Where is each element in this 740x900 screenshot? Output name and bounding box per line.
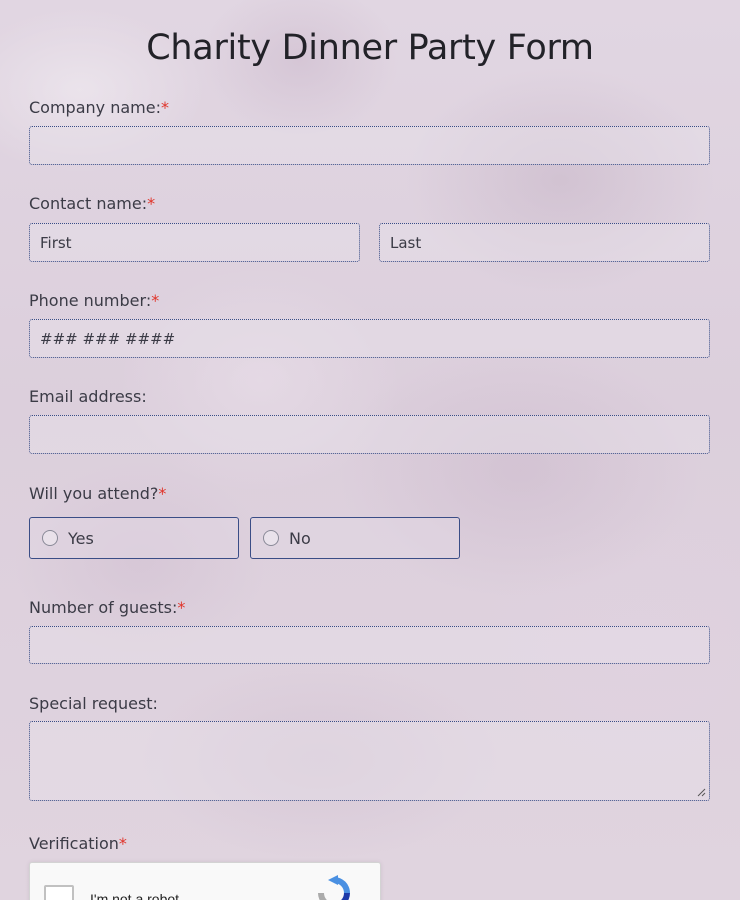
radio-button[interactable] [263, 530, 279, 546]
recaptcha-widget: I'm not a robot [29, 862, 381, 900]
number-of-guests-input[interactable] [29, 626, 710, 664]
radio-button[interactable] [42, 530, 58, 546]
attend-yes-label: Yes [68, 528, 94, 548]
required-asterisk: * [118, 834, 127, 853]
required-asterisk: * [147, 194, 156, 213]
email-address-label: Email address: [29, 387, 147, 406]
recaptcha-icon [318, 875, 350, 900]
first-name-input[interactable] [29, 223, 360, 262]
attend-no-label: No [289, 528, 311, 548]
recaptcha-checkbox[interactable] [44, 885, 74, 900]
attend-no-option[interactable]: No [250, 517, 460, 559]
attend-label: Will you attend?* [29, 484, 167, 503]
attend-yes-option[interactable]: Yes [29, 517, 239, 559]
company-name-input[interactable] [29, 126, 710, 165]
phone-number-label: Phone number:* [29, 291, 160, 310]
phone-number-input[interactable] [29, 319, 710, 358]
last-name-input[interactable] [379, 223, 710, 262]
required-asterisk: * [158, 484, 167, 503]
required-asterisk: * [151, 291, 160, 310]
email-address-input[interactable] [29, 415, 710, 454]
special-request-wrapper [29, 721, 710, 801]
special-request-label: Special request: [29, 694, 158, 713]
guests-label: Number of guests:* [29, 598, 186, 617]
required-asterisk: * [160, 98, 169, 117]
form-title: Charity Dinner Party Form [146, 28, 594, 68]
verification-label: Verification* [29, 834, 127, 853]
resize-handle-icon[interactable] [696, 787, 706, 797]
required-asterisk: * [177, 598, 186, 617]
special-request-textarea[interactable] [29, 721, 710, 801]
company-name-label: Company name:* [29, 98, 169, 117]
recaptcha-label: I'm not a robot [90, 891, 180, 900]
charity-dinner-form: Charity Dinner Party Form Company name:*… [0, 0, 740, 900]
contact-name-label: Contact name:* [29, 194, 156, 213]
